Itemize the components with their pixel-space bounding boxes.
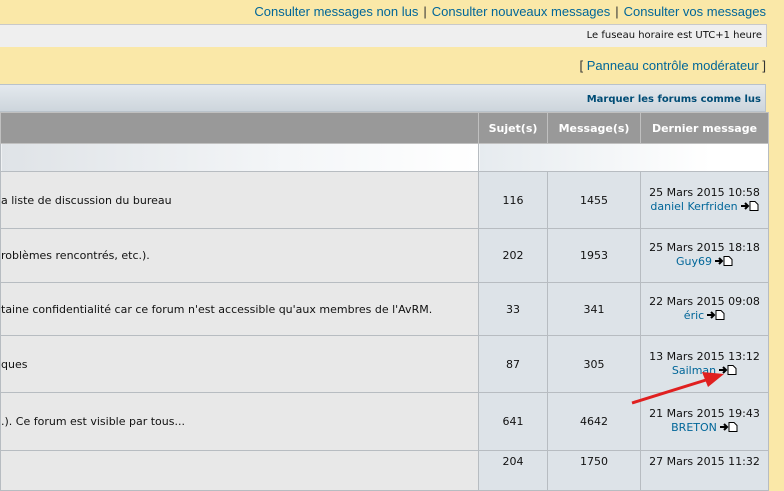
arrow-shaft [631,378,707,405]
red-arrow-annotation [631,372,724,405]
arrow-head [702,372,724,387]
